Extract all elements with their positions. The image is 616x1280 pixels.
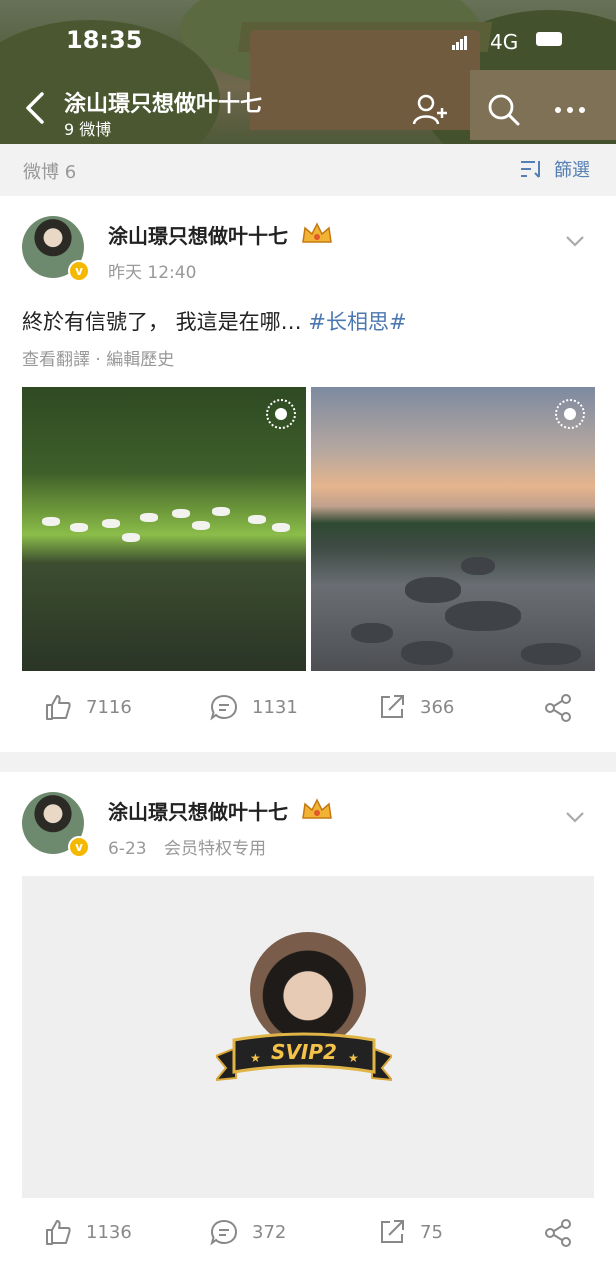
live-photo-icon [555, 399, 585, 429]
hashtag-link[interactable]: #长相思# [308, 310, 406, 334]
search-icon[interactable] [486, 92, 522, 128]
share-button[interactable] [544, 1218, 574, 1248]
post-image-sheep-river[interactable] [22, 387, 306, 671]
like-button[interactable]: 7116 [44, 693, 132, 721]
repost-icon [381, 1220, 404, 1243]
author-name[interactable]: 涂山璟只想做叶十七 [108, 796, 333, 825]
verified-badge-icon: v [68, 260, 90, 282]
thumbs-up-icon [46, 695, 71, 720]
thumbs-up-icon [46, 1220, 71, 1245]
filter-label: 篩選 [554, 160, 590, 181]
post-card[interactable]: v 涂山璟只想做叶十七 6-23 会员特权专用 ★ ★ SVIP2 1136 3… [0, 772, 616, 1280]
live-photo-icon [266, 399, 296, 429]
follow-user-icon[interactable] [412, 92, 448, 128]
back-arrow-icon[interactable] [22, 90, 52, 126]
profile-header: 18:35 4G 涂山璟只想做叶十七 9 微博 [0, 0, 616, 144]
post-text: 終於有信號了， 我這是在哪… #长相思# [22, 310, 407, 334]
comment-button[interactable]: 372 [210, 1218, 286, 1246]
svip-badge-text: SVIP2 [271, 1040, 337, 1064]
repost-count: 75 [420, 1221, 443, 1243]
like-count: 7116 [86, 696, 132, 718]
repost-icon [381, 695, 404, 718]
post-count: 9 微博 [64, 120, 112, 139]
comment-count: 372 [252, 1221, 287, 1243]
status-time: 18:35 [66, 26, 143, 54]
like-count: 1136 [86, 1221, 132, 1243]
crown-icon [302, 222, 332, 243]
battery-icon [536, 32, 562, 46]
more-icon[interactable] [552, 92, 588, 128]
share-button[interactable] [544, 693, 574, 723]
repost-button[interactable]: 366 [378, 693, 454, 721]
post-meta: 6-23 会员特权专用 [108, 834, 266, 859]
post-source: 会员特权专用 [164, 839, 266, 859]
signal-icon [452, 36, 468, 50]
repost-count: 366 [420, 696, 455, 718]
weibo-count-label: 微博 6 [23, 162, 77, 183]
comment-icon [210, 1219, 238, 1246]
post-card[interactable]: v 涂山璟只想做叶十七 昨天 12:40 終於有信號了， 我這是在哪… #长相思… [0, 196, 616, 752]
crown-icon [302, 798, 332, 819]
verified-badge-icon: v [68, 836, 90, 858]
chevron-down-icon[interactable] [564, 810, 586, 824]
vip-locked-content[interactable]: ★ ★ SVIP2 [22, 876, 594, 1198]
post-time: 6-23 [108, 839, 147, 859]
share-icon [545, 1219, 571, 1247]
filter-bar: 微博 6 篩選 [0, 144, 616, 194]
post-image-river-sunset[interactable] [311, 387, 595, 671]
post-time: 昨天 12:40 [108, 263, 197, 283]
share-icon [545, 694, 571, 722]
post-actions: 1136 372 75 [0, 1218, 616, 1258]
chevron-down-icon[interactable] [564, 234, 586, 248]
page-title: 涂山璟只想做叶十七 [64, 92, 263, 117]
filter-icon [521, 161, 540, 178]
post-actions: 7116 1131 366 [0, 693, 616, 733]
author-name[interactable]: 涂山璟只想做叶十七 [108, 220, 333, 249]
like-button[interactable]: 1136 [44, 1218, 132, 1246]
comment-button[interactable]: 1131 [210, 693, 298, 721]
filter-button[interactable]: 篩選 [520, 156, 590, 182]
translate-edit-links[interactable]: 查看翻譯 · 編輯歷史 [22, 345, 174, 370]
comment-icon [210, 694, 238, 721]
repost-button[interactable]: 75 [378, 1218, 443, 1246]
network-type: 4G [490, 30, 519, 54]
comment-count: 1131 [252, 696, 298, 718]
